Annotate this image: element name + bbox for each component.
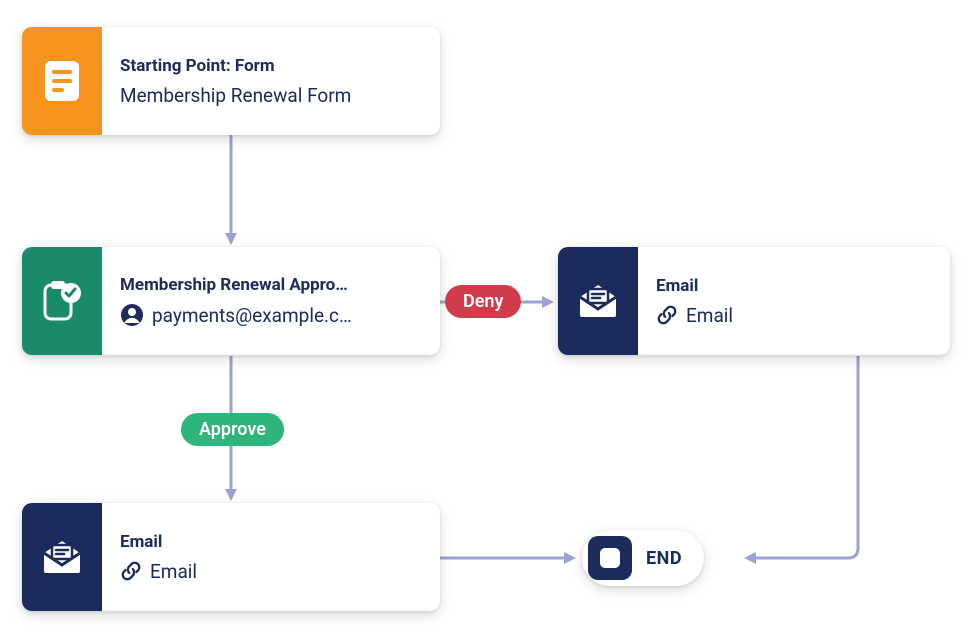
approval-icon [22, 247, 102, 355]
node-subtitle: Email [656, 304, 930, 327]
workflow-canvas: Starting Point: Form Membership Renewal … [0, 0, 968, 633]
arrowhead [744, 552, 756, 564]
node-start[interactable]: Starting Point: Form Membership Renewal … [22, 27, 440, 135]
node-title: Email [656, 276, 930, 296]
node-email-approve[interactable]: Email Email [22, 503, 440, 611]
stop-icon [588, 536, 632, 580]
link-icon [656, 304, 678, 326]
node-subtitle: Membership Renewal Form [120, 84, 420, 107]
node-body: Starting Point: Form Membership Renewal … [102, 27, 440, 135]
node-body: Email Email [102, 503, 440, 611]
node-body: Membership Renewal Appro… payments@examp… [102, 247, 440, 355]
arrowhead [225, 233, 237, 245]
user-icon [120, 303, 144, 327]
pill-deny: Deny [445, 285, 521, 318]
arrowhead [564, 552, 576, 564]
node-title: Membership Renewal Appro… [120, 275, 420, 295]
node-end[interactable]: END [582, 530, 704, 586]
node-title: Starting Point: Form [120, 56, 420, 76]
node-email-deny[interactable]: Email Email [558, 247, 950, 355]
link-icon [120, 560, 142, 582]
node-approval[interactable]: Membership Renewal Appro… payments@examp… [22, 247, 440, 355]
node-subtitle: Email [120, 560, 420, 583]
end-label: END [646, 548, 682, 569]
node-subtitle: payments@example.c… [120, 303, 420, 327]
arrowhead [225, 489, 237, 501]
edge-denyemail-end [752, 356, 858, 558]
email-icon [558, 247, 638, 355]
form-icon [22, 27, 102, 135]
arrowhead [542, 296, 554, 308]
pill-approve: Approve [181, 413, 284, 446]
node-title: Email [120, 532, 420, 552]
email-icon [22, 503, 102, 611]
node-body: Email Email [638, 247, 950, 355]
